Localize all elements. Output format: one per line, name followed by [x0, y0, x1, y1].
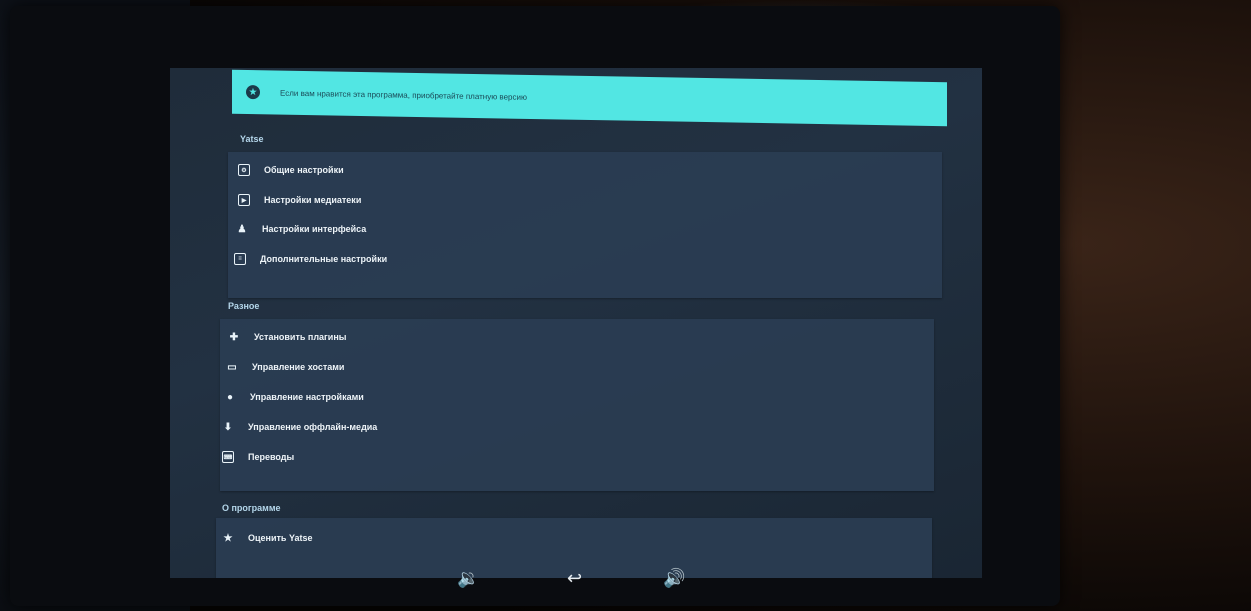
menu-item-manage-hosts[interactable]: ▭ Управление хостами	[226, 361, 344, 373]
menu-item-interface-settings[interactable]: ♟ Настройки интерфейса	[236, 223, 367, 235]
section-title-misc: Разное	[228, 301, 260, 311]
menu-item-manage-settings[interactable]: ● Управление настройками	[224, 391, 364, 403]
photo-background: ★ Если вам нравится эта программа, приоб…	[0, 0, 1251, 611]
menu-item-label: Установить плагины	[254, 332, 347, 342]
hosts-icon: ▭	[227, 361, 237, 373]
person-icon: ♟	[237, 223, 247, 235]
star-badge-icon: ★	[246, 85, 260, 100]
menu-item-label: Оценить Yatse	[248, 533, 313, 543]
advanced-icon: ≡	[234, 253, 246, 265]
puzzle-icon: ✚	[229, 331, 239, 343]
volume-up-icon[interactable]: 🔊	[663, 568, 685, 589]
menu-item-general-settings[interactable]: ⚙ Общие настройки	[238, 164, 344, 176]
banner-text: Если вам нравится эта программа, приобре…	[280, 88, 527, 102]
settings-screen: ★ Если вам нравится эта программа, приоб…	[170, 68, 982, 578]
menu-item-label: Управление оффлайн-медиа	[248, 422, 378, 432]
menu-item-label: Дополнительные настройки	[260, 254, 388, 264]
menu-item-translations[interactable]: ⌨ Переводы	[222, 451, 294, 463]
section-title-about: О программе	[222, 503, 281, 513]
menu-item-label: Настройки медиатеки	[264, 195, 362, 205]
menu-item-label: Управление настройками	[250, 392, 364, 402]
cloud-icon: ●	[226, 391, 234, 403]
menu-item-label: Настройки интерфейса	[262, 224, 367, 234]
menu-item-label: Управление хостами	[252, 362, 345, 372]
system-navbar: 🔉 ↩ 🔊	[170, 558, 982, 598]
upgrade-banner[interactable]: ★ Если вам нравится эта программа, приоб…	[232, 69, 947, 127]
menu-item-install-plugins[interactable]: ✚ Установить плагины	[228, 331, 347, 343]
section-title-yatse: Yatse	[240, 134, 264, 144]
library-icon: ▶	[238, 194, 250, 206]
download-icon: ⬇	[223, 421, 233, 433]
section-card-misc	[220, 319, 934, 491]
keyboard-icon: ⌨	[222, 451, 234, 463]
settings-icon: ⚙	[238, 164, 250, 176]
menu-item-advanced-settings[interactable]: ≡ Дополнительные настройки	[234, 253, 387, 265]
star-icon: ★	[223, 532, 233, 544]
menu-item-rate-yatse[interactable]: ★ Оценить Yatse	[222, 532, 313, 544]
menu-item-library-settings[interactable]: ▶ Настройки медиатеки	[238, 194, 361, 206]
volume-down-icon[interactable]: 🔉	[457, 568, 479, 589]
menu-item-label: Общие настройки	[264, 165, 344, 175]
menu-item-label: Переводы	[248, 452, 295, 462]
menu-item-offline-media[interactable]: ⬇ Управление оффлайн-медиа	[222, 421, 378, 433]
back-icon[interactable]: ↩	[567, 568, 582, 589]
